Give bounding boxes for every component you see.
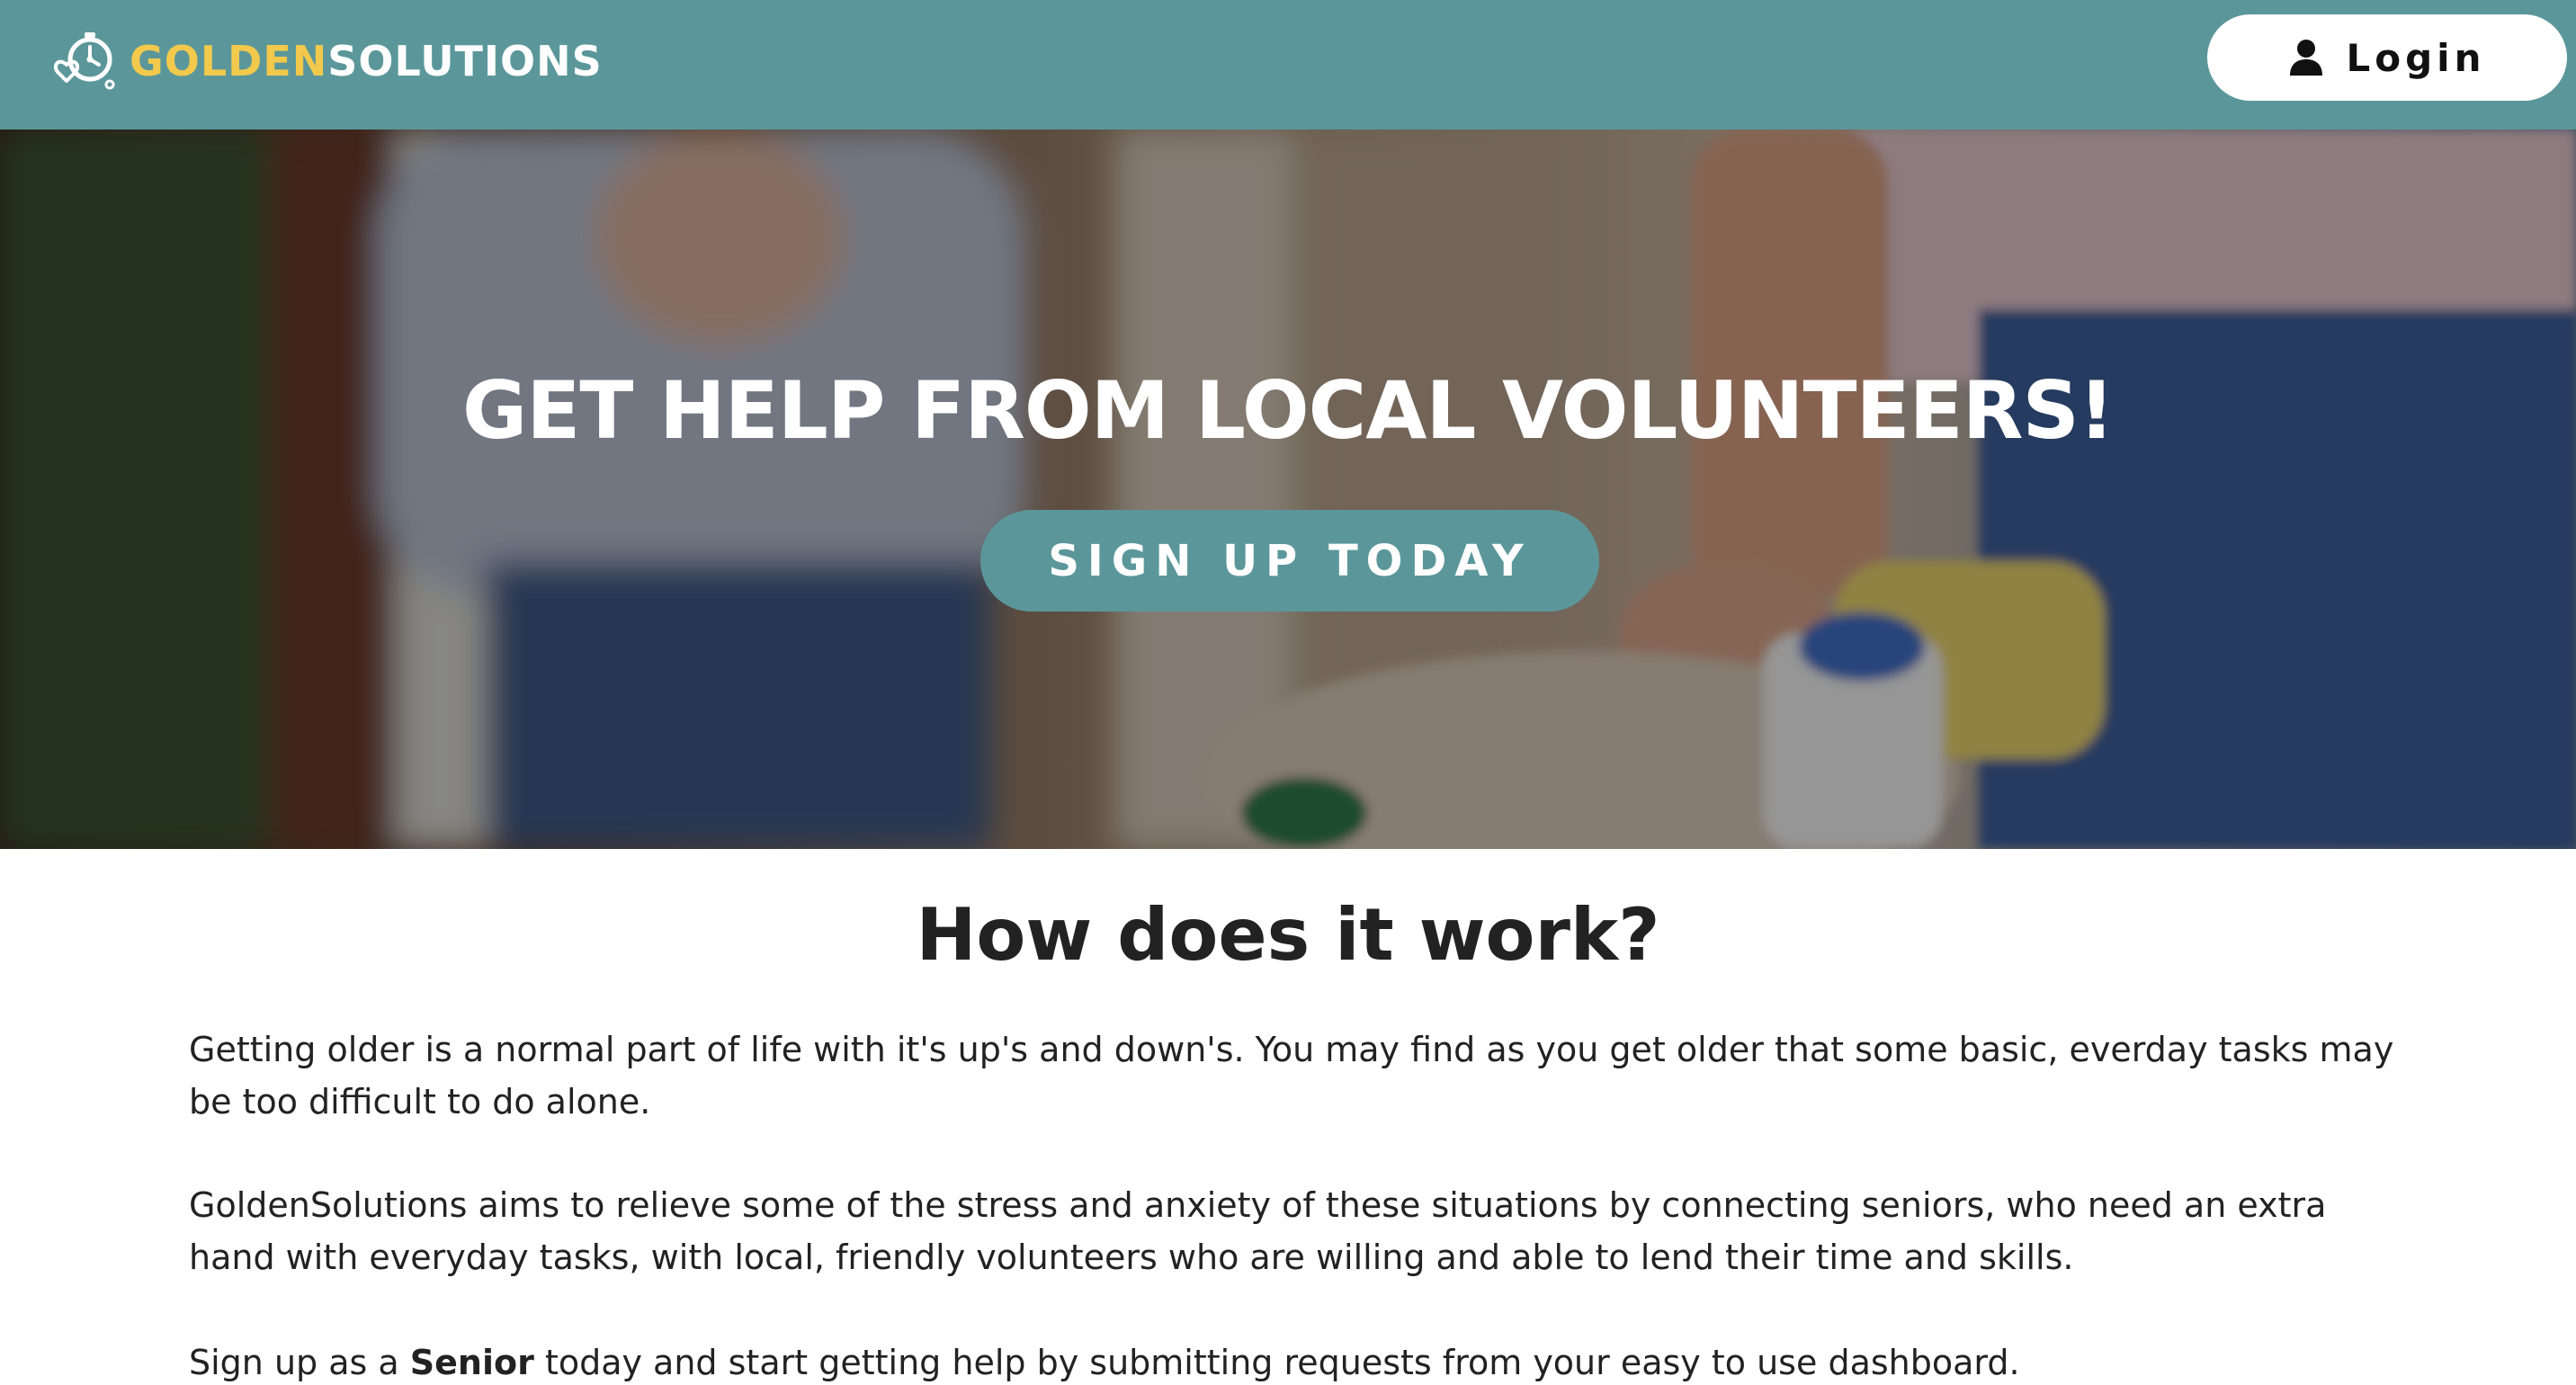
login-label: Login (2346, 35, 2486, 80)
brand-name: GOLDENSOLUTIONS (130, 25, 603, 97)
senior-emphasis: Senior (409, 1343, 534, 1382)
sign-up-button[interactable]: SIGN UP TODAY (980, 510, 1599, 612)
hero-title: GET HELP FROM LOCAL VOLUNTEERS! (462, 364, 2115, 457)
top-navbar: GOLDENSOLUTIONS Login (0, 0, 2576, 130)
how-it-works-paragraph-2: GoldenSolutions aims to relieve some of … (189, 1185, 2327, 1277)
how-it-works-paragraph-1: Getting older is a normal part of life w… (189, 1030, 2394, 1121)
how-it-works-title: How does it work? (916, 893, 1660, 977)
paragraph-3-text-end: today and start getting help by submitti… (533, 1343, 2020, 1382)
login-button[interactable]: Login (2207, 14, 2567, 101)
clock-heart-icon (53, 32, 115, 90)
brand-name-solutions: SOLUTIONS (327, 37, 603, 85)
page: GOLDENSOLUTIONS Login GET HELP FROM LOCA… (0, 0, 2576, 1385)
paragraph-3-text-start: Sign up as a (189, 1343, 410, 1382)
hero-dark-overlay (0, 130, 2576, 849)
user-icon (2289, 40, 2322, 76)
brand-name-golden: GOLDEN (130, 37, 328, 85)
how-it-works-paragraph-3: Sign up as a Senior today and start gett… (189, 1336, 2402, 1385)
brand-logo[interactable]: GOLDENSOLUTIONS (50, 25, 603, 97)
hero-banner: GET HELP FROM LOCAL VOLUNTEERS! SIGN UP … (0, 130, 2576, 849)
